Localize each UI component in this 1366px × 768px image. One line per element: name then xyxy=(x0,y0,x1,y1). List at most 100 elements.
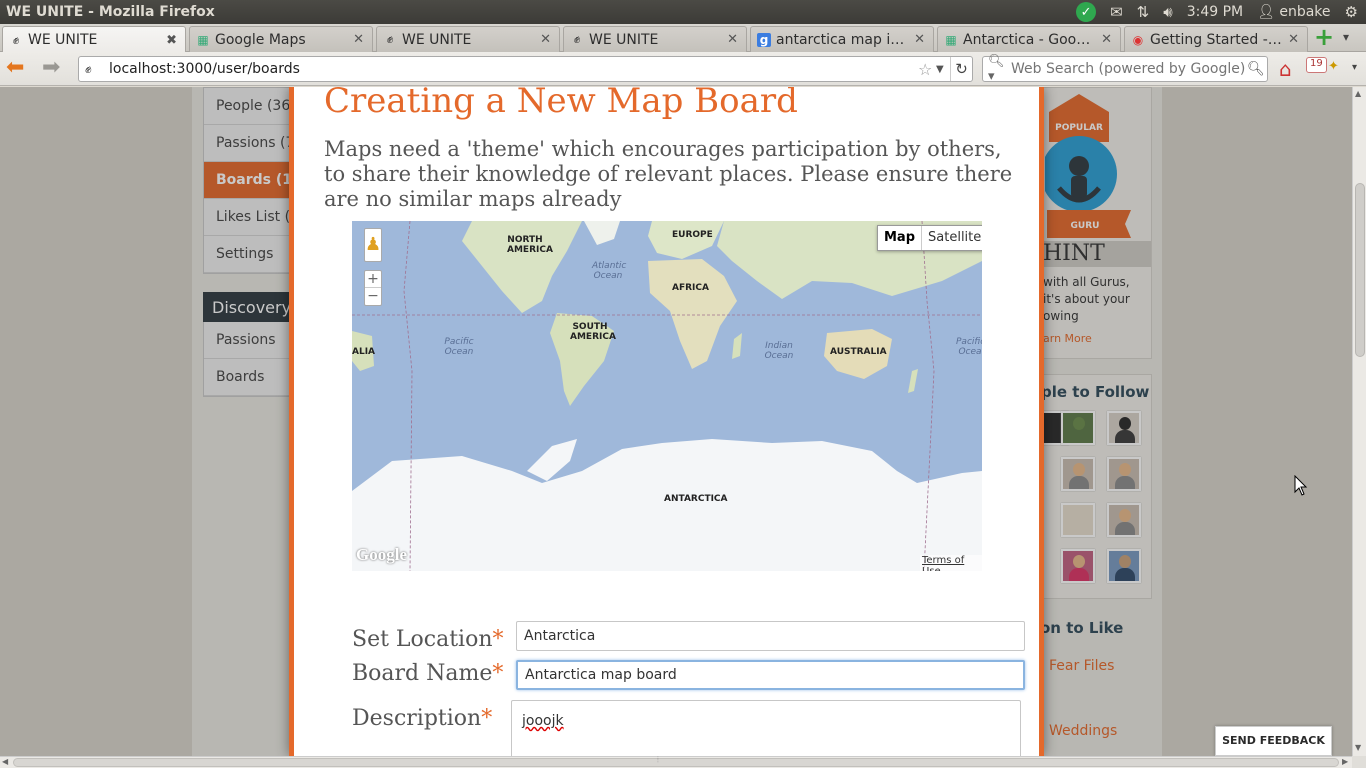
ocean-label-indian: Indian Ocean xyxy=(764,341,794,361)
close-tab-icon[interactable]: ✕ xyxy=(727,32,738,47)
map-type-map-button[interactable]: Map xyxy=(878,226,923,250)
zoom-in-button[interactable]: + xyxy=(365,271,381,288)
map-label-africa: AFRICA xyxy=(672,283,709,293)
tab-label: antarctica map is ... xyxy=(776,31,910,48)
mail-icon[interactable]: ✉ xyxy=(1110,3,1123,21)
zoom-out-button[interactable]: − xyxy=(365,288,381,305)
map-label-south-america: SOUTH AMERICA xyxy=(570,322,616,342)
user-menu[interactable]: 👤︎ enbake xyxy=(1257,4,1330,20)
url-bar[interactable]: ✊︎ localhost:3000/user/boards ☆ ▼ ↻ xyxy=(78,56,973,82)
street-view-pegman-icon[interactable]: ♟ xyxy=(364,228,382,262)
search-bar[interactable]: 🔍︎▾ 🔍︎ xyxy=(982,54,1268,84)
map-label-antarctica: ANTARCTICA xyxy=(664,494,728,504)
description-text: jooojk xyxy=(522,713,564,729)
clock[interactable]: 3:49 PM xyxy=(1187,4,1243,20)
new-tab-button[interactable]: + xyxy=(1313,25,1335,49)
sync-check-icon[interactable]: ✓ xyxy=(1076,2,1097,22)
google-logo[interactable]: Google xyxy=(356,545,407,565)
tab-we-unite-3[interactable]: ✊︎ WE UNITE ✕ xyxy=(563,26,747,52)
set-location-input[interactable] xyxy=(516,621,1025,651)
bookmark-star-icon[interactable]: ☆ xyxy=(918,60,936,79)
set-location-label-text: Set Location xyxy=(352,627,493,652)
close-tab-icon[interactable]: ✕ xyxy=(353,32,364,47)
notification-badge[interactable]: 19 xyxy=(1306,57,1327,73)
settings-gear-icon[interactable]: ⚙ xyxy=(1345,3,1358,21)
window-title: WE UNITE - Mozilla Firefox xyxy=(6,4,215,20)
map-type-satellite-button[interactable]: Satellite xyxy=(922,226,982,250)
scroll-down-arrow-icon[interactable]: ▼ xyxy=(1355,743,1361,752)
mouse-pointer-icon xyxy=(1294,475,1308,496)
world-map-graphic xyxy=(352,221,982,571)
description-label-text: Description xyxy=(352,706,482,731)
tab-antarctica-maps[interactable]: ▦ Antarctica - Googl... ✕ xyxy=(937,26,1121,52)
map-label-north-america: NORTH AMERICA xyxy=(507,235,553,255)
scroll-right-arrow-icon[interactable]: ▶ xyxy=(1342,757,1348,766)
ocean-label-pacific-right: Pacific Ocea xyxy=(956,337,982,357)
description-textarea[interactable]: jooojk xyxy=(511,700,1021,756)
tab-label: Getting Started - ... xyxy=(1150,31,1284,48)
board-name-label: Board Name* xyxy=(352,661,503,686)
tab-antarctica-search[interactable]: g antarctica map is ... ✕ xyxy=(750,26,934,52)
vertical-scroll-thumb[interactable] xyxy=(1355,183,1365,357)
network-icon[interactable]: ⇅ xyxy=(1137,3,1150,21)
close-tab-icon[interactable]: ✖ xyxy=(166,33,177,48)
chrome-icon: ◉ xyxy=(1132,32,1144,47)
fist-icon: ✊︎ xyxy=(573,32,581,46)
description-label: Description* xyxy=(352,706,492,731)
addon-icon[interactable]: ✦ xyxy=(1328,59,1339,74)
maps-icon: ▦ xyxy=(945,32,957,47)
tab-label: Antarctica - Googl... xyxy=(963,31,1097,48)
map-label-australia: AUSTRALIA xyxy=(830,347,887,357)
tab-we-unite-active[interactable]: ✊︎ WE UNITE ✖ xyxy=(2,26,186,53)
tab-list-chevron-icon[interactable]: ▾ xyxy=(1343,30,1349,44)
google-icon: g xyxy=(757,32,771,47)
tab-label: Google Maps xyxy=(215,31,306,48)
history-dropdown-icon[interactable]: ▼ xyxy=(936,64,950,75)
horizontal-scrollbar[interactable]: ◀ ⦙ ▶ xyxy=(0,755,1352,768)
search-go-icon[interactable]: 🔍︎ xyxy=(1247,61,1267,77)
required-mark: * xyxy=(481,706,493,731)
tab-label: WE UNITE xyxy=(402,31,472,48)
tab-strip: ✊︎ WE UNITE ✖ ▦ Google Maps ✕ ✊︎ WE UNIT… xyxy=(0,24,1366,53)
modal-title: Creating a New Map Board xyxy=(324,87,798,121)
modal-description: Maps need a 'theme' which encourages par… xyxy=(324,137,1013,211)
search-input[interactable] xyxy=(1011,61,1247,77)
forward-arrow-icon[interactable]: ➡ xyxy=(42,57,66,80)
board-name-label-text: Board Name xyxy=(352,661,493,686)
board-name-input[interactable] xyxy=(516,660,1025,690)
url-text[interactable]: localhost:3000/user/boards xyxy=(105,61,918,77)
required-mark: * xyxy=(492,627,504,652)
close-tab-icon[interactable]: ✕ xyxy=(540,32,551,47)
map-label-europe: EUROPE xyxy=(672,230,713,240)
reload-icon[interactable]: ↻ xyxy=(950,57,972,81)
toolbar-overflow-chevron-icon[interactable]: ▾ xyxy=(1352,62,1357,73)
user-icon: 👤︎ xyxy=(1257,4,1275,20)
home-icon[interactable]: ⌂ xyxy=(1279,57,1292,81)
system-tray: ✓ ✉ ⇅ 🔊︎ 3:49 PM 👤︎ enbake ⚙ xyxy=(1076,0,1358,24)
new-map-board-modal: Creating a New Map Board Maps need a 'th… xyxy=(289,87,1044,756)
tab-getting-started[interactable]: ◉ Getting Started - ... ✕ xyxy=(1124,26,1308,52)
fist-icon: ✊︎ xyxy=(12,32,20,47)
search-engine-icon[interactable]: 🔍︎▾ xyxy=(983,54,1011,84)
tab-google-maps[interactable]: ▦ Google Maps ✕ xyxy=(189,26,373,52)
close-tab-icon[interactable]: ✕ xyxy=(1288,32,1299,47)
horizontal-scroll-thumb[interactable] xyxy=(13,758,1339,767)
close-tab-icon[interactable]: ✕ xyxy=(914,32,925,47)
scroll-left-arrow-icon[interactable]: ◀ xyxy=(2,757,8,766)
site-identity-icon[interactable]: ✊︎ xyxy=(85,62,105,77)
vertical-scrollbar[interactable]: ▲ ▼ xyxy=(1352,87,1366,756)
tab-we-unite-2[interactable]: ✊︎ WE UNITE ✕ xyxy=(376,26,560,52)
ocean-label-pacific-left: Pacific Ocean xyxy=(444,337,474,357)
volume-icon[interactable]: 🔊︎ xyxy=(1163,3,1172,21)
send-feedback-button[interactable]: SEND FEEDBACK xyxy=(1215,726,1332,756)
page-content: People (363 Passions (7 Boards (11 Likes… xyxy=(0,87,1352,756)
close-tab-icon[interactable]: ✕ xyxy=(1101,32,1112,47)
back-arrow-icon[interactable]: ⬅ xyxy=(6,57,30,80)
terms-of-use-link[interactable]: Terms of Use xyxy=(920,555,982,571)
map-view[interactable]: NORTH AMERICA EUROPE AFRICA SOUTH AMERIC… xyxy=(352,221,982,571)
tab-label: WE UNITE xyxy=(589,31,659,48)
map-zoom-control: + − xyxy=(364,270,382,306)
user-name: enbake xyxy=(1279,4,1331,20)
scroll-up-arrow-icon[interactable]: ▲ xyxy=(1355,89,1361,98)
os-top-panel: WE UNITE - Mozilla Firefox ✓ ✉ ⇅ 🔊︎ 3:49… xyxy=(0,0,1366,24)
